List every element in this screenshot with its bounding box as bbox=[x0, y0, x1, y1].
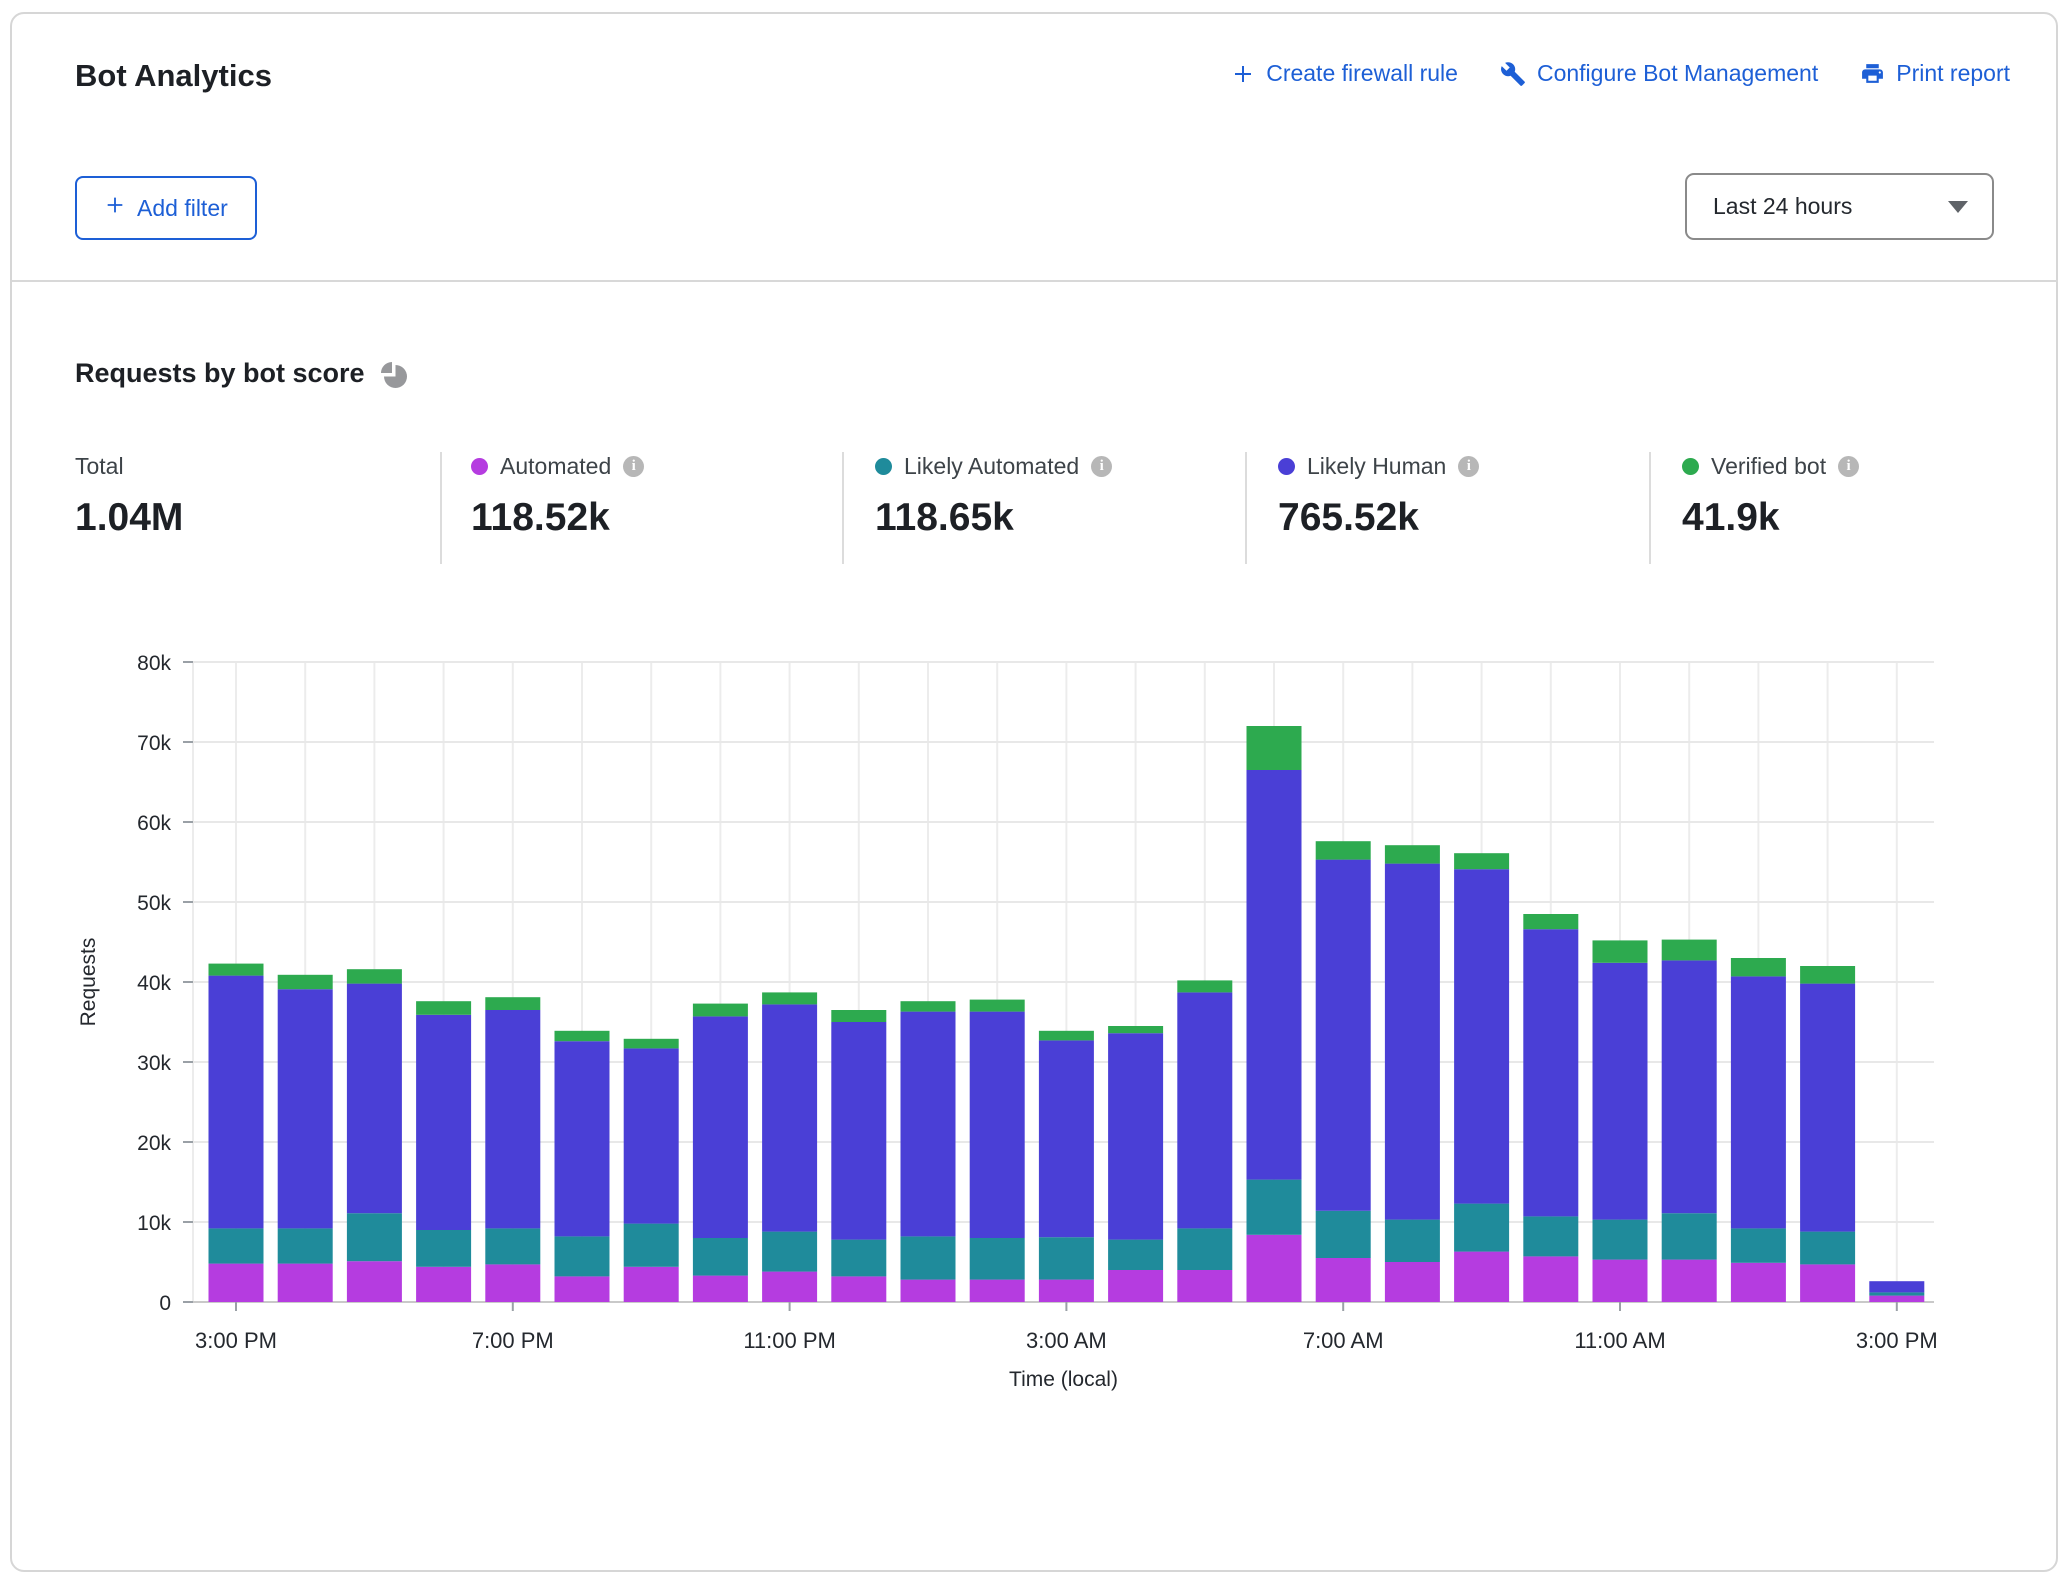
stat-label: Likely Human bbox=[1307, 453, 1446, 480]
stat-label: Likely Automated bbox=[904, 453, 1079, 480]
stat-divider bbox=[1245, 452, 1247, 564]
verified-bot-legend-dot bbox=[1682, 458, 1699, 475]
wrench-icon bbox=[1500, 61, 1526, 87]
stat-divider bbox=[440, 452, 442, 564]
add-filter-button[interactable]: Add filter bbox=[75, 176, 257, 240]
action-label: Print report bbox=[1896, 60, 2010, 87]
add-filter-label: Add filter bbox=[137, 195, 228, 222]
likely-human-legend-dot bbox=[1278, 458, 1295, 475]
svg-text:30k: 30k bbox=[137, 1052, 171, 1075]
svg-text:50k: 50k bbox=[137, 892, 171, 915]
svg-text:20k: 20k bbox=[137, 1132, 171, 1155]
stats-row: Total 1.04M Automated 118.52k Likely Aut… bbox=[0, 452, 2070, 572]
likely-automated-legend-dot bbox=[875, 458, 892, 475]
stat-likely-automated: Likely Automated 118.65k bbox=[875, 452, 1112, 540]
stat-divider bbox=[842, 452, 844, 564]
printer-icon bbox=[1860, 61, 1885, 86]
svg-text:Time (local): Time (local) bbox=[1009, 1368, 1118, 1391]
svg-text:40k: 40k bbox=[137, 972, 171, 995]
svg-text:11:00 PM: 11:00 PM bbox=[743, 1328, 836, 1353]
action-label: Create firewall rule bbox=[1266, 60, 1458, 87]
svg-text:70k: 70k bbox=[137, 732, 171, 755]
action-label: Configure Bot Management bbox=[1537, 60, 1818, 87]
pie-chart-icon bbox=[381, 362, 407, 388]
create-firewall-rule-link[interactable]: Create firewall rule bbox=[1231, 60, 1458, 87]
stat-divider bbox=[1649, 452, 1651, 564]
info-icon[interactable] bbox=[1458, 456, 1479, 477]
print-report-link[interactable]: Print report bbox=[1860, 60, 2010, 87]
header-divider bbox=[12, 280, 2058, 282]
stat-verified-bot: Verified bot 41.9k bbox=[1682, 452, 1859, 540]
info-icon[interactable] bbox=[623, 456, 644, 477]
stat-value: 118.65k bbox=[875, 496, 1112, 540]
stat-automated: Automated 118.52k bbox=[471, 452, 644, 540]
stat-label: Automated bbox=[500, 453, 611, 480]
svg-text:3:00 AM: 3:00 AM bbox=[1026, 1328, 1107, 1353]
svg-text:10k: 10k bbox=[137, 1212, 171, 1235]
section-title-row: Requests by bot score bbox=[75, 358, 407, 389]
stat-label: Total bbox=[75, 453, 124, 480]
svg-text:60k: 60k bbox=[137, 812, 171, 835]
stat-total: Total 1.04M bbox=[75, 452, 183, 540]
plus-icon bbox=[1231, 62, 1255, 86]
svg-text:3:00 PM: 3:00 PM bbox=[195, 1328, 277, 1353]
stat-value: 765.52k bbox=[1278, 496, 1479, 540]
svg-text:80k: 80k bbox=[137, 652, 171, 675]
stat-value: 1.04M bbox=[75, 496, 183, 540]
info-icon[interactable] bbox=[1838, 456, 1859, 477]
page-title: Bot Analytics bbox=[75, 58, 272, 94]
svg-text:Requests: Requests bbox=[77, 938, 100, 1027]
chevron-down-icon bbox=[1948, 201, 1968, 213]
stat-value: 41.9k bbox=[1682, 496, 1859, 540]
svg-text:0: 0 bbox=[159, 1292, 171, 1315]
stat-label: Verified bot bbox=[1711, 453, 1826, 480]
svg-text:11:00 AM: 11:00 AM bbox=[1574, 1328, 1665, 1353]
svg-text:3:00 PM: 3:00 PM bbox=[1856, 1328, 1938, 1353]
time-range-value: Last 24 hours bbox=[1713, 193, 1852, 220]
stat-value: 118.52k bbox=[471, 496, 644, 540]
info-icon[interactable] bbox=[1091, 456, 1112, 477]
plus-icon bbox=[104, 194, 126, 222]
time-range-dropdown[interactable]: Last 24 hours bbox=[1685, 173, 1994, 240]
svg-text:7:00 AM: 7:00 AM bbox=[1303, 1328, 1384, 1353]
requests-by-bot-score-chart: 0 10k 20k 30k 40k 50k 60k 70k 80k 3:00 PM 7:00 PM 1… bbox=[0, 600, 2070, 1394]
automated-legend-dot bbox=[471, 458, 488, 475]
section-title: Requests by bot score bbox=[75, 358, 365, 389]
configure-bot-management-link[interactable]: Configure Bot Management bbox=[1500, 60, 1818, 87]
header-actions: Create firewall rule Configure Bot Manag… bbox=[1231, 60, 2010, 87]
svg-text:7:00 PM: 7:00 PM bbox=[472, 1328, 554, 1353]
stat-likely-human: Likely Human 765.52k bbox=[1278, 452, 1479, 540]
